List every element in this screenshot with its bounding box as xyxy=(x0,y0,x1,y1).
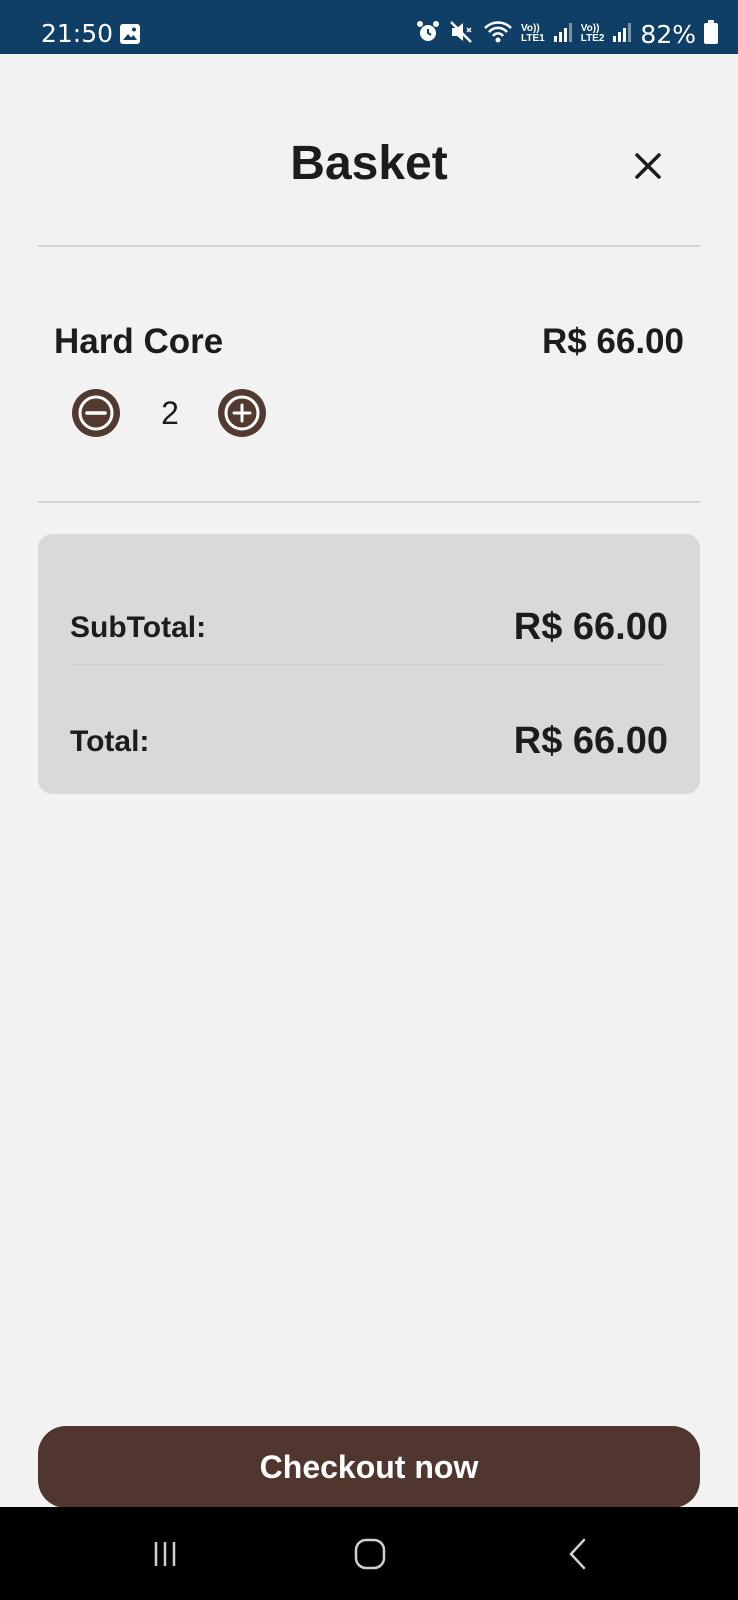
battery-percent: 82% xyxy=(640,19,696,49)
signal-icon-sim1 xyxy=(553,21,573,48)
close-button[interactable] xyxy=(626,144,670,188)
item-name: Hard Core xyxy=(54,322,224,361)
checkout-button[interactable]: Checkout now xyxy=(38,1426,700,1508)
alarm-icon xyxy=(415,19,441,50)
subtotal-value: R$ 66.00 xyxy=(513,606,668,648)
back-button[interactable] xyxy=(548,1531,608,1577)
wifi-icon xyxy=(483,19,513,50)
home-icon xyxy=(354,1538,386,1570)
sim2-lte-label: Vo)) LTE2 xyxy=(581,24,605,44)
status-icons: Vo)) LTE1 Vo)) LTE2 82% xyxy=(415,18,718,50)
system-nav-bar xyxy=(0,1507,738,1600)
summary-divider xyxy=(70,664,668,665)
header-divider xyxy=(38,245,700,247)
decrease-quantity-button[interactable] xyxy=(72,389,120,437)
mute-icon xyxy=(449,19,475,50)
total-value: R$ 66.00 xyxy=(513,720,668,762)
status-time: 21:50 xyxy=(41,19,114,48)
back-icon xyxy=(569,1538,586,1570)
status-bar: 21:50 Vo)) LTE1 Vo)) LTE2 82% xyxy=(0,0,738,54)
order-summary-card: SubTotal: R$ 66.00 Total: R$ 66.00 xyxy=(38,534,700,794)
minus-circle-icon xyxy=(78,395,114,431)
home-button[interactable] xyxy=(340,1531,400,1577)
recent-apps-icon xyxy=(154,1542,176,1566)
sim1-lte-label: Vo)) LTE1 xyxy=(521,24,545,44)
subtotal-label: SubTotal: xyxy=(70,611,207,644)
battery-icon xyxy=(704,19,718,49)
recent-apps-button[interactable] xyxy=(135,1531,195,1577)
plus-circle-icon xyxy=(224,395,260,431)
total-label: Total: xyxy=(70,725,150,758)
increase-quantity-button[interactable] xyxy=(218,389,266,437)
sim2-lte-text: LTE2 xyxy=(580,33,605,44)
signal-icon-sim2 xyxy=(612,21,632,48)
quantity-value: 2 xyxy=(161,395,179,431)
close-icon xyxy=(635,153,661,179)
gallery-icon xyxy=(119,23,141,50)
item-divider xyxy=(38,501,700,503)
sim1-lte-text: LTE1 xyxy=(520,33,545,44)
item-price: R$ 66.00 xyxy=(541,322,684,361)
